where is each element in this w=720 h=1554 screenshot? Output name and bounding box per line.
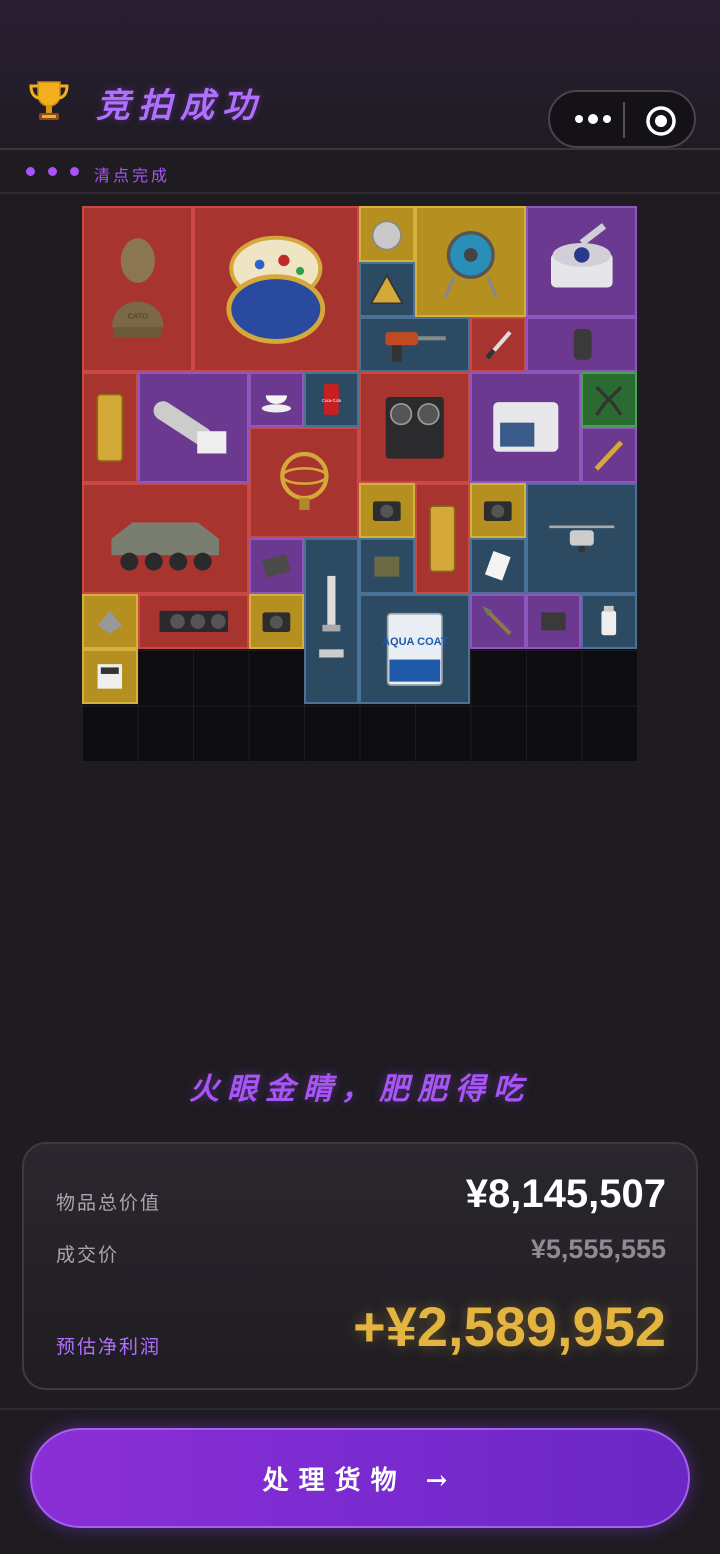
deal-price-value: ¥5,555,555 [530, 1234, 666, 1264]
item-camera-3[interactable] [249, 594, 304, 649]
item-dark-stone[interactable] [526, 317, 637, 372]
status-label: 清点完成 [94, 166, 171, 185]
more-dots-icon[interactable] [570, 104, 616, 134]
item-centrifuge[interactable] [526, 206, 637, 317]
item-drone[interactable] [526, 483, 637, 594]
page-title: 竞拍成功 [96, 86, 264, 126]
capsule-divider [623, 102, 625, 138]
item-circuit-chip[interactable] [249, 538, 304, 594]
item-mech-part[interactable] [82, 594, 138, 649]
item-jeweled-egg[interactable] [193, 206, 359, 372]
item-power-drill[interactable] [359, 317, 470, 372]
status-dot [70, 167, 79, 176]
svg-text:CATO: CATO [127, 312, 148, 321]
item-pocket-watch[interactable] [359, 206, 415, 262]
total-value: ¥8,145,507 [465, 1172, 666, 1216]
profit-value: +¥2,589,952 [353, 1295, 666, 1358]
item-graphics-card[interactable] [138, 594, 249, 649]
profit-label: 预估净利润 [56, 1336, 162, 1358]
mini-program-capsule [548, 90, 696, 148]
item-paint-can[interactable]: AQUA COAT [359, 594, 470, 704]
svg-text:Coca-Cola: Coca-Cola [322, 398, 342, 403]
item-reel-tape-recorder[interactable] [359, 372, 470, 483]
top-bar: 竞拍成功 [0, 0, 720, 150]
process-goods-button[interactable]: 处理货物 → [30, 1428, 690, 1528]
trophy-icon [29, 81, 69, 120]
item-medicine-bottle[interactable] [581, 594, 637, 649]
item-microscope[interactable] [304, 538, 359, 704]
item-sd-card[interactable] [470, 538, 526, 594]
item-cable-reel[interactable] [415, 206, 526, 317]
total-value-label: 物品总价值 [56, 1192, 162, 1214]
svg-text:AQUA COAT: AQUA COAT [382, 636, 448, 648]
bottom-divider [0, 1408, 720, 1410]
item-armored-vehicle[interactable] [82, 483, 249, 594]
item-screwdriver[interactable] [581, 427, 637, 483]
item-pen-knife[interactable] [470, 317, 526, 372]
status-bar: 清点完成 [0, 152, 720, 194]
item-teacup[interactable] [249, 372, 304, 427]
item-camera[interactable] [359, 483, 415, 538]
item-telescope-device[interactable] [138, 372, 249, 483]
item-spear-head[interactable] [470, 594, 526, 649]
item-bronze-bust[interactable]: CATO [82, 206, 193, 372]
slogan-text: 火眼金睛，肥肥得吃 [189, 1072, 531, 1107]
status-dot [26, 167, 35, 176]
status-dot [48, 167, 57, 176]
item-ammo-box[interactable] [359, 538, 415, 594]
item-camera-2[interactable] [470, 483, 526, 538]
item-pliers[interactable] [581, 372, 637, 427]
deal-price-label: 成交价 [56, 1244, 120, 1266]
item-soda-can[interactable]: Coca-Cola [304, 372, 359, 427]
target-circle-icon[interactable] [644, 104, 678, 138]
item-circuit-board[interactable] [526, 594, 581, 649]
inventory-grid: CATO Coca-Cola AQUA COAT [82, 206, 638, 762]
item-gold-bar-2[interactable] [415, 483, 470, 594]
item-meter-device[interactable] [82, 649, 138, 704]
item-warning-sign[interactable] [359, 262, 415, 317]
item-gold-bar[interactable] [82, 372, 138, 483]
item-lab-incubator[interactable] [470, 372, 581, 483]
summary-card: 物品总价值 ¥8,145,507 成交价 ¥5,555,555 预估净利润 +¥… [22, 1142, 698, 1390]
item-armillary-sphere[interactable] [249, 427, 359, 538]
